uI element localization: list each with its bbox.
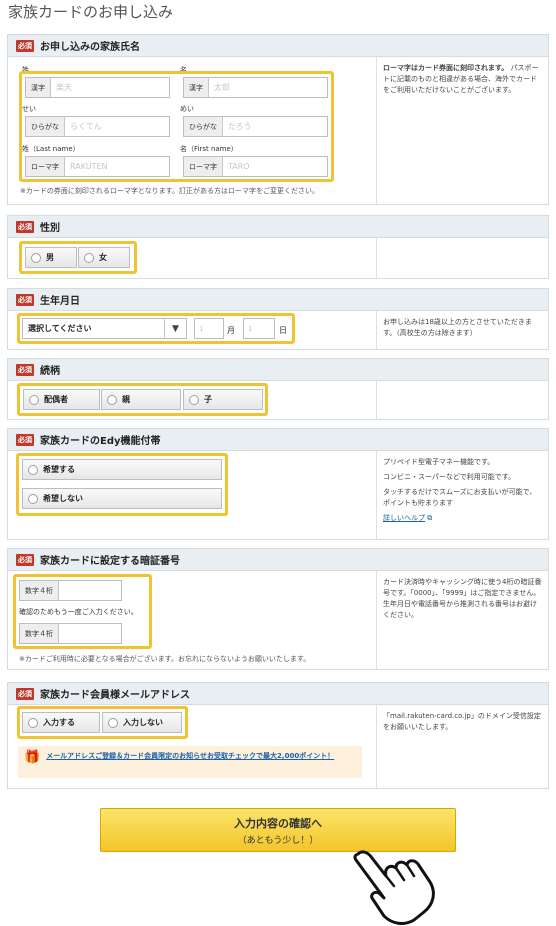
name-side-info: ローマ字はカード券面に刻印されます。 パスポートに記載のものと相違がある場合、海… [383, 63, 543, 96]
name-note: ※カードの券面に刻印されるローマ字となります。訂正がある方はローマ字をご変更くだ… [20, 187, 319, 195]
pin-highlight [13, 574, 152, 649]
promo-link[interactable]: メールアドレスご登録＆カード会員限定のお知らせお受取チェックで最大2,000ポイ… [46, 751, 334, 762]
mail-section: 必須 家族カード会員様メールアドレス 入力する 入力しない 🎁 メールアドレスご… [7, 682, 549, 789]
side-line: コンビニ・スーパーなどで利用可能です。 [383, 473, 516, 481]
required-badge: 必須 [16, 293, 34, 306]
gender-section: 必須 性別 男 女 [7, 215, 549, 279]
required-badge: 必須 [16, 220, 34, 233]
edy-highlight [16, 453, 228, 516]
birth-section: 必須 生年月日 選択してください ▼ 1 月 1 日 お申し込みは18歳以上の方… [7, 288, 549, 350]
help-link[interactable]: 詳しいヘルプ [383, 514, 425, 522]
section-title: 続柄 [40, 366, 60, 377]
gender-highlight [19, 241, 137, 274]
section-title: お申し込みの家族氏名 [40, 42, 140, 53]
pin-section: 必須 家族カードに設定する暗証番号 数字４桁 確認のためもう一度ご入力ください。… [7, 548, 549, 670]
birth-side-info: お申し込みは18歳以上の方とさせていただきます。（高校生の方は除きます） [383, 318, 532, 337]
required-badge: 必須 [16, 433, 34, 446]
mail-side-info: 「mail.rakuten-card.co.jp」のドメイン受信設定をお願いいた… [383, 712, 541, 731]
relation-highlight [17, 383, 268, 416]
section-header: 必須 家族カードに設定する暗証番号 [8, 549, 548, 571]
side-title: ローマ字はカード券面に刻印されます。 [383, 64, 509, 72]
gift-icon: 🎁 [24, 750, 41, 765]
section-header: 必須 お申し込みの家族氏名 [8, 35, 548, 57]
required-badge: 必須 [16, 39, 34, 52]
confirm-label: 入力内容の確認へ [234, 816, 322, 830]
section-header: 必須 続柄 [8, 359, 548, 381]
pointing-hand-icon [353, 850, 435, 925]
section-header: 必須 家族カードのEdy機能付帯 [8, 429, 548, 451]
required-badge: 必須 [16, 363, 34, 376]
confirm-sublabel: （あともう少し！） [237, 835, 319, 846]
relation-section: 必須 続柄 配偶者 親 子 [7, 358, 549, 420]
name-highlight [19, 71, 334, 182]
pin-note: ※カードご利用時に必要となる場合がございます。お忘れにならないようお願いいたしま… [19, 655, 311, 663]
page-title: 家族カードのお申し込み [8, 3, 174, 21]
mail-promo-banner[interactable]: 🎁 メールアドレスご登録＆カード会員限定のお知らせお受取チェックで最大2,000… [18, 746, 362, 778]
section-title: 生年月日 [40, 296, 80, 307]
birth-highlight [17, 313, 295, 344]
pin-side-info: カード決済時やキャッシング時に使う4桁の暗証番号です。「0000」、「9999」… [383, 578, 542, 619]
required-badge: 必須 [16, 553, 34, 566]
section-title: 家族カード会員様メールアドレス [40, 690, 190, 701]
name-section: 必須 お申し込みの家族氏名 姓 名 漢字 楽天 漢字 太郎 せい めい ひらがな… [7, 34, 549, 205]
edy-side-info: プリペイド型電子マネー機能です。 コンビニ・スーパーなどで利用可能です。 タッチ… [383, 457, 543, 524]
section-header: 必須 生年月日 [8, 289, 548, 311]
section-title: 性別 [40, 223, 60, 234]
section-title: 家族カードのEdy機能付帯 [40, 436, 161, 447]
external-link-icon: ⧉ [425, 514, 433, 522]
required-badge: 必須 [16, 687, 34, 700]
side-line: タッチするだけでスムーズにお支払いが可能で、ポイントも貯まります [383, 488, 537, 507]
section-header: 必須 性別 [8, 216, 548, 238]
edy-section: 必須 家族カードのEdy機能付帯 希望する 希望しない プリペイド型電子マネー機… [7, 428, 549, 540]
mail-highlight [17, 706, 188, 739]
side-line: プリペイド型電子マネー機能です。 [383, 458, 495, 466]
section-title: 家族カードに設定する暗証番号 [40, 556, 180, 567]
section-header: 必須 家族カード会員様メールアドレス [8, 683, 548, 705]
